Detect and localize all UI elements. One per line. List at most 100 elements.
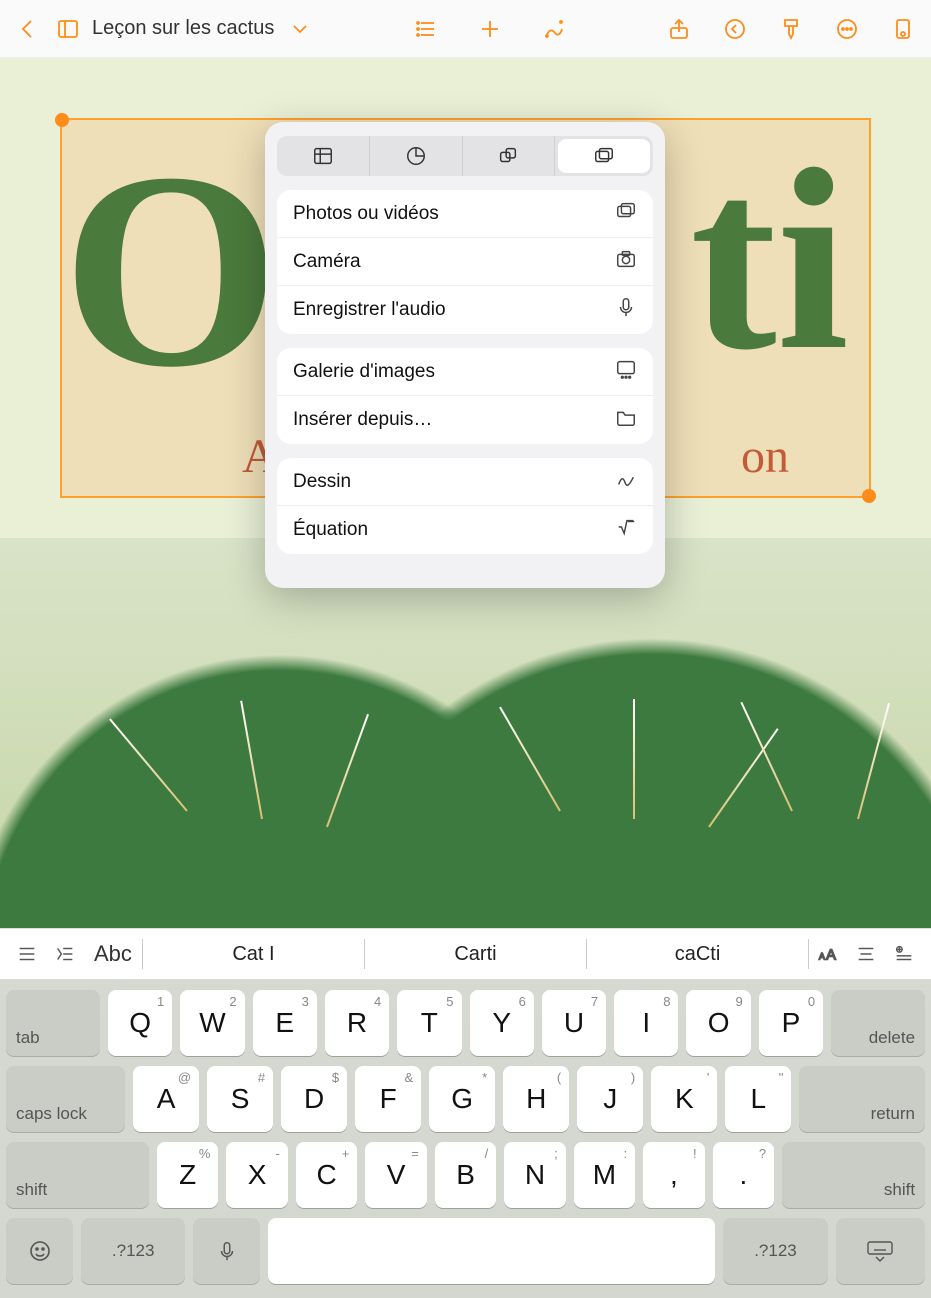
key-n[interactable]: ;N (504, 1142, 565, 1208)
key-p[interactable]: 0P (759, 990, 823, 1056)
row-label: Enregistrer l'audio (293, 299, 446, 321)
align-icon[interactable] (847, 943, 885, 965)
key-z[interactable]: %Z (157, 1142, 218, 1208)
selection-handle-bottom-right[interactable] (862, 489, 876, 503)
key-,[interactable]: !, (643, 1142, 704, 1208)
key-label: tab (16, 1028, 40, 1048)
back-icon[interactable] (10, 11, 46, 47)
draw-icon[interactable] (536, 11, 572, 47)
document-settings-icon[interactable] (885, 11, 921, 47)
row-insert-from[interactable]: Insérer depuis… (277, 396, 653, 444)
key-l[interactable]: "L (725, 1066, 791, 1132)
abc-label[interactable]: Abc (94, 941, 132, 967)
row-drawing[interactable]: Dessin (277, 458, 653, 506)
key-delete[interactable]: delete (831, 990, 925, 1056)
key-dictation[interactable] (193, 1218, 260, 1284)
row-photos-videos[interactable]: Photos ou vidéos (277, 190, 653, 238)
format-brush-icon[interactable] (773, 11, 809, 47)
sidebar-icon[interactable] (50, 11, 86, 47)
key-i[interactable]: 8I (614, 990, 678, 1056)
microphone-icon (615, 296, 637, 324)
svg-text:A: A (826, 948, 836, 964)
suggestion-1[interactable]: Cat I (143, 943, 364, 966)
row-equation[interactable]: Équation (277, 506, 653, 554)
key-label: caps lock (16, 1104, 87, 1124)
key-r[interactable]: 4R (325, 990, 389, 1056)
key-q[interactable]: 1Q (108, 990, 172, 1056)
key-alt: - (276, 1146, 280, 1161)
key-k[interactable]: 'K (651, 1066, 717, 1132)
key-alt: 6 (519, 994, 526, 1009)
svg-text:A: A (819, 952, 826, 962)
key-o[interactable]: 9O (686, 990, 750, 1056)
tab-indent-icon[interactable] (46, 943, 84, 965)
list-indent-icon[interactable] (8, 943, 46, 965)
key-t[interactable]: 5T (397, 990, 461, 1056)
tab-shapes[interactable] (463, 136, 556, 176)
key-u[interactable]: 7U (542, 990, 606, 1056)
key-v[interactable]: =V (365, 1142, 426, 1208)
row-image-gallery[interactable]: Galerie d'images (277, 348, 653, 396)
tab-charts[interactable] (370, 136, 463, 176)
key-alt: 0 (808, 994, 815, 1009)
key-alt: 7 (591, 994, 598, 1009)
document-title[interactable]: Leçon sur les cactus (92, 17, 274, 40)
key-s[interactable]: #S (207, 1066, 273, 1132)
tab-media[interactable] (558, 139, 650, 173)
key-space[interactable] (268, 1218, 715, 1284)
insert-plus-icon[interactable] (885, 943, 923, 965)
insert-icon[interactable] (472, 11, 508, 47)
folder-icon (615, 406, 637, 434)
document-canvas[interactable]: O ti A P on Photos ou vidéos Caméra (0, 58, 931, 928)
key-d[interactable]: $D (281, 1066, 347, 1132)
key-label: return (871, 1104, 915, 1124)
key-f[interactable]: &F (355, 1066, 421, 1132)
share-icon[interactable] (661, 11, 697, 47)
key-alt: " (779, 1070, 784, 1085)
suggestion-2[interactable]: Carti (365, 943, 586, 966)
key-e[interactable]: 3E (253, 990, 317, 1056)
key-w[interactable]: 2W (180, 990, 244, 1056)
key-alt: / (485, 1146, 489, 1161)
key-alt: 9 (736, 994, 743, 1009)
text-size-icon[interactable]: AA (809, 943, 847, 965)
tab-tables[interactable] (277, 136, 370, 176)
key-b[interactable]: /B (435, 1142, 496, 1208)
row-record-audio[interactable]: Enregistrer l'audio (277, 286, 653, 334)
key-a[interactable]: @A (133, 1066, 199, 1132)
camera-icon (615, 248, 637, 276)
key-alt: + (342, 1146, 350, 1161)
key-emoji[interactable] (6, 1218, 73, 1284)
equation-icon (615, 516, 637, 544)
key-alt: ; (554, 1146, 558, 1161)
key-shift-left[interactable]: shift (6, 1142, 149, 1208)
key-x[interactable]: -X (226, 1142, 287, 1208)
suggestion-3[interactable]: caCti (587, 943, 808, 966)
title-fragment-left: O (62, 130, 280, 410)
key-c[interactable]: +C (296, 1142, 357, 1208)
key-numeric-right[interactable]: .?123 (723, 1218, 827, 1284)
key-label: delete (869, 1028, 915, 1048)
key-numeric-left[interactable]: .?123 (81, 1218, 185, 1284)
title-chevron-icon[interactable] (282, 11, 318, 47)
key-g[interactable]: *G (429, 1066, 495, 1132)
row-camera[interactable]: Caméra (277, 238, 653, 286)
key-tab[interactable]: tab (6, 990, 100, 1056)
key-.[interactable]: ?. (713, 1142, 774, 1208)
key-j[interactable]: )J (577, 1066, 643, 1132)
insert-category-segmented (277, 136, 653, 176)
undo-icon[interactable] (717, 11, 753, 47)
key-y[interactable]: 6Y (470, 990, 534, 1056)
key-alt: = (411, 1146, 419, 1161)
key-label: .?123 (112, 1241, 155, 1261)
key-capslock[interactable]: caps lock (6, 1066, 125, 1132)
key-return[interactable]: return (799, 1066, 925, 1132)
key-hide-keyboard[interactable] (836, 1218, 925, 1284)
more-icon[interactable] (829, 11, 865, 47)
key-m[interactable]: :M (574, 1142, 635, 1208)
key-h[interactable]: (H (503, 1066, 569, 1132)
key-shift-right[interactable]: shift (782, 1142, 925, 1208)
row-label: Dessin (293, 471, 351, 493)
list-icon[interactable] (408, 11, 444, 47)
row-label: Équation (293, 519, 368, 541)
